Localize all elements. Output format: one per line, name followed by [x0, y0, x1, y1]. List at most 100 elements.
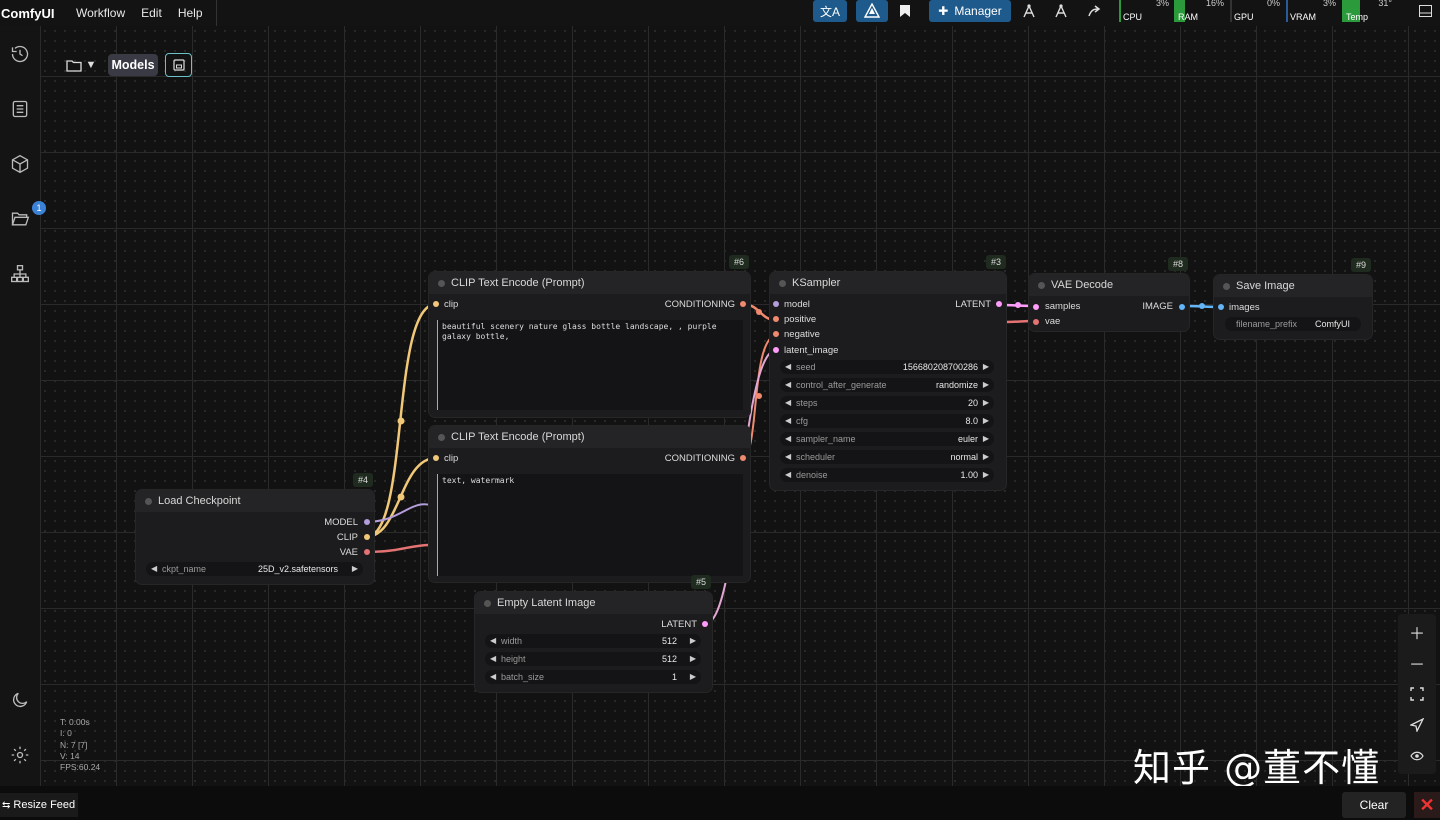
panel-toggle-button[interactable] [1414, 2, 1436, 20]
clip-output-slot[interactable] [364, 534, 370, 540]
menu-edit[interactable]: Edit [141, 6, 162, 20]
scheduler-widget[interactable]: ◀ scheduler normal ▶ [780, 450, 994, 464]
latent-output-slot[interactable] [702, 621, 708, 627]
node-library-button[interactable] [8, 262, 32, 286]
node-empty-latent-image[interactable]: Empty Latent Image LATENT ◀ width 512 ▶ ◀ he… [475, 592, 712, 692]
model-output-slot[interactable] [364, 519, 370, 525]
node-title[interactable]: VAE Decode [1029, 274, 1189, 296]
clip-input-slot[interactable] [433, 455, 439, 461]
decrement-arrow-icon[interactable]: ◀ [785, 362, 791, 371]
positive-input-slot[interactable] [773, 316, 779, 322]
conditioning-output-slot[interactable] [740, 455, 746, 461]
decrement-arrow-icon[interactable]: ◀ [151, 564, 157, 573]
filename-prefix-widget[interactable]: filename_prefix ComfyUI [1225, 317, 1361, 331]
history-button[interactable] [8, 42, 32, 66]
settings-button[interactable] [8, 743, 32, 767]
workflows-badge: 1 [32, 201, 46, 215]
increment-arrow-icon[interactable]: ▶ [690, 672, 696, 681]
increment-arrow-icon[interactable]: ▶ [690, 654, 696, 663]
decrement-arrow-icon[interactable]: ◀ [785, 434, 791, 443]
cube-icon [11, 154, 29, 174]
increment-arrow-icon[interactable]: ▶ [690, 636, 696, 645]
translate-icon: 文A [819, 4, 840, 19]
latent-output-slot[interactable] [996, 301, 1002, 307]
negative-input-slot[interactable] [773, 331, 779, 337]
node-id-badge: #3 [986, 255, 1007, 269]
batch-size-widget[interactable]: ◀ batch_size 1 ▶ [485, 670, 701, 684]
close-feed-button[interactable]: ✕ [1414, 792, 1440, 818]
manager-button[interactable]: ✚ Manager [929, 0, 1011, 22]
images-input-slot[interactable] [1218, 304, 1224, 310]
vae-output-slot[interactable] [364, 549, 370, 555]
height-widget[interactable]: ◀ height 512 ▶ [485, 652, 701, 666]
translate-button[interactable]: 文A [813, 0, 847, 22]
decrement-arrow-icon[interactable]: ◀ [785, 380, 791, 389]
models-button[interactable]: Models [108, 54, 158, 76]
zoom-out-button[interactable]: － [1398, 649, 1436, 677]
node-title[interactable]: Load Checkpoint [136, 490, 374, 512]
save-workflow-button[interactable] [165, 53, 192, 77]
menu-workflow[interactable]: Workflow [76, 6, 125, 20]
node-load-checkpoint[interactable]: Load Checkpoint MODEL CLIP VAE ◀ ckpt_nam… [136, 490, 374, 584]
decrement-arrow-icon[interactable]: ◀ [785, 416, 791, 425]
increment-arrow-icon[interactable]: ▶ [983, 470, 989, 479]
increment-arrow-icon[interactable]: ▶ [983, 452, 989, 461]
node-clip-text-encode-positive[interactable]: CLIP Text Encode (Prompt) clip CONDITION… [429, 272, 750, 417]
node-vae-decode[interactable]: VAE Decode samples vae IMAGE [1029, 274, 1189, 331]
custom-nodes-button[interactable] [856, 0, 888, 22]
samples-input-slot[interactable] [1033, 304, 1039, 310]
ckpt-name-widget[interactable]: ◀ ckpt_name 25D_v2.safetensors ▶ [146, 562, 363, 576]
increment-arrow-icon[interactable]: ▶ [983, 362, 989, 371]
menu-help[interactable]: Help [178, 6, 203, 20]
vae-input-slot[interactable] [1033, 319, 1039, 325]
clip-input-slot[interactable] [433, 301, 439, 307]
cfg-widget[interactable]: ◀ cfg 8.0 ▶ [780, 414, 994, 428]
workflows-button[interactable]: 1 [8, 201, 46, 231]
increment-arrow-icon[interactable]: ▶ [983, 416, 989, 425]
width-widget[interactable]: ◀ width 512 ▶ [485, 634, 701, 648]
workflow-folder-dropdown[interactable]: ▼ [61, 54, 101, 76]
denoise-widget[interactable]: ◀ denoise 1.00 ▶ [780, 468, 994, 482]
node-save-image[interactable]: Save Image images filename_prefix ComfyUI [1214, 275, 1372, 339]
model-library-button[interactable] [8, 152, 32, 176]
increment-arrow-icon[interactable]: ▶ [352, 564, 358, 573]
queue-button[interactable] [8, 97, 32, 121]
node-title[interactable]: KSampler [770, 272, 1006, 294]
sampler-name-widget[interactable]: ◀ sampler_name euler ▶ [780, 432, 994, 446]
conditioning-output-slot[interactable] [740, 301, 746, 307]
increment-arrow-icon[interactable]: ▶ [983, 434, 989, 443]
decrement-arrow-icon[interactable]: ◀ [785, 470, 791, 479]
decrement-arrow-icon[interactable]: ◀ [490, 672, 496, 681]
increment-arrow-icon[interactable]: ▶ [983, 380, 989, 389]
workflow-share-button-2[interactable] [1050, 2, 1072, 20]
decrement-arrow-icon[interactable]: ◀ [785, 452, 791, 461]
node-ksampler[interactable]: KSampler model positive negative latent_… [770, 272, 1006, 490]
control-after-generate-widget[interactable]: ◀ control_after_generate randomize ▶ [780, 378, 994, 392]
select-mode-button[interactable] [1398, 711, 1436, 739]
model-input-slot[interactable] [773, 301, 779, 307]
decrement-arrow-icon[interactable]: ◀ [490, 654, 496, 663]
node-title[interactable]: Empty Latent Image [475, 592, 712, 614]
prompt-textarea[interactable]: beautiful scenery nature glass bottle la… [437, 320, 743, 410]
fit-view-button[interactable] [1398, 680, 1436, 708]
increment-arrow-icon[interactable]: ▶ [983, 398, 989, 407]
workflow-share-button[interactable] [1018, 2, 1040, 20]
steps-widget[interactable]: ◀ steps 20 ▶ [780, 396, 994, 410]
bookmark-button[interactable] [894, 2, 916, 20]
prompt-textarea[interactable]: text, watermark [437, 474, 743, 576]
resize-feed-button[interactable]: ⇆ Resize Feed [0, 793, 78, 817]
zoom-in-button[interactable]: ＋ [1398, 618, 1436, 646]
latent-image-input-slot[interactable] [773, 347, 779, 353]
share-button[interactable] [1084, 2, 1106, 20]
node-title[interactable]: Save Image [1214, 275, 1372, 297]
seed-widget[interactable]: ◀ seed 156680208700286 ▶ [780, 360, 994, 374]
clear-button[interactable]: Clear [1342, 792, 1406, 818]
node-clip-text-encode-negative[interactable]: CLIP Text Encode (Prompt) clip CONDITION… [429, 426, 750, 582]
theme-toggle-button[interactable] [8, 688, 32, 712]
toggle-links-button[interactable] [1398, 742, 1436, 770]
decrement-arrow-icon[interactable]: ◀ [785, 398, 791, 407]
decrement-arrow-icon[interactable]: ◀ [490, 636, 496, 645]
node-title[interactable]: CLIP Text Encode (Prompt) [429, 426, 750, 448]
image-output-slot[interactable] [1179, 304, 1185, 310]
node-title[interactable]: CLIP Text Encode (Prompt) [429, 272, 750, 294]
